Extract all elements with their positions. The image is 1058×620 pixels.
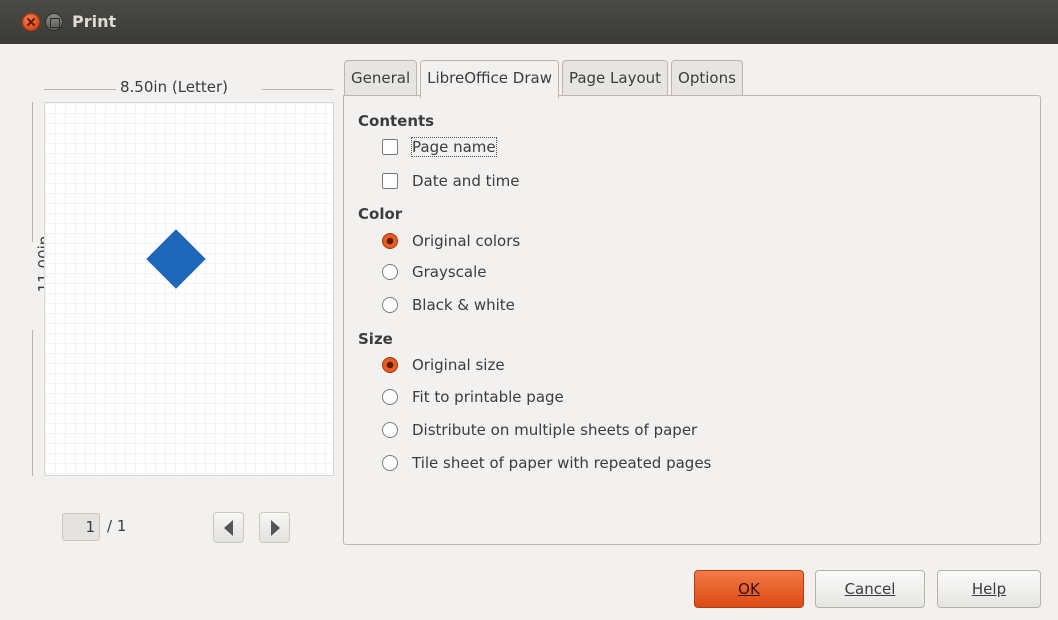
arrow-left-icon (224, 520, 233, 536)
diamond-shape (146, 229, 206, 289)
page-name-check-box[interactable] (382, 139, 398, 155)
tab-page-layout[interactable]: Page Layout (561, 60, 669, 96)
page-total-label: / 1 (107, 517, 127, 535)
radio-selected-icon[interactable] (382, 233, 398, 249)
tab-libreoffice-draw[interactable]: LibreOffice Draw (420, 60, 559, 98)
height-ruler-top (32, 102, 33, 242)
cancel-button[interactable]: Cancel (815, 570, 925, 608)
color-bw-radio[interactable]: Black & white (382, 296, 515, 314)
color-original-radio[interactable]: Original colors (382, 232, 520, 250)
close-window-icon[interactable] (22, 13, 40, 31)
date-time-check-box[interactable] (382, 173, 398, 189)
radio-icon[interactable] (382, 422, 398, 438)
tab-options[interactable]: Options (671, 60, 743, 96)
date-time-label: Date and time (412, 172, 520, 190)
color-heading: Color (358, 205, 403, 223)
color-original-label: Original colors (412, 232, 521, 250)
previous-page-button[interactable] (213, 512, 244, 543)
size-heading: Size (358, 330, 393, 348)
help-button[interactable]: Help (937, 570, 1041, 608)
size-tile-radio[interactable]: Tile sheet of paper with repeated pages (382, 454, 711, 472)
size-distribute-radio[interactable]: Distribute on multiple sheets of paper (382, 421, 697, 439)
width-ruler-right (262, 89, 334, 90)
cancel-button-label: Cancel (844, 580, 896, 598)
size-original-label: Original size (412, 356, 505, 374)
color-grayscale-label: Grayscale (412, 263, 487, 281)
size-fit-label: Fit to printable page (412, 388, 564, 406)
tab-general[interactable]: General (344, 60, 418, 96)
title-bar: Print (0, 0, 1058, 44)
page-preview (44, 102, 334, 476)
radio-icon[interactable] (382, 389, 398, 405)
size-fit-radio[interactable]: Fit to printable page (382, 388, 564, 406)
date-time-checkbox[interactable]: Date and time (382, 172, 520, 190)
contents-heading: Contents (358, 112, 435, 130)
tab-panel: Contents Page name Date and time Color O… (343, 95, 1041, 545)
ok-button[interactable]: OK (694, 570, 804, 608)
color-grayscale-radio[interactable]: Grayscale (382, 263, 487, 281)
help-button-label: Help (971, 580, 1007, 598)
radio-icon[interactable] (382, 264, 398, 280)
color-bw-label: Black & white (412, 296, 515, 314)
radio-selected-icon[interactable] (382, 357, 398, 373)
page-name-label: Page name (411, 137, 497, 157)
maximize-window-icon[interactable] (45, 13, 63, 31)
window-title: Print (72, 12, 117, 31)
size-distribute-label: Distribute on multiple sheets of paper (412, 421, 698, 439)
width-ruler-left (44, 89, 116, 90)
height-ruler-bottom (32, 330, 33, 476)
size-original-radio[interactable]: Original size (382, 356, 505, 374)
preview-width-label: 8.50in (Letter) (120, 78, 229, 96)
page-number-input[interactable]: 1 (62, 513, 100, 541)
next-page-button[interactable] (259, 512, 290, 543)
radio-icon[interactable] (382, 455, 398, 471)
ok-button-label: OK (738, 580, 760, 598)
page-name-checkbox[interactable]: Page name (382, 137, 497, 157)
tab-bar: General LibreOffice Draw Page Layout Opt… (344, 60, 746, 98)
size-tile-label: Tile sheet of paper with repeated pages (412, 454, 712, 472)
radio-icon[interactable] (382, 297, 398, 313)
arrow-right-icon (271, 520, 280, 536)
